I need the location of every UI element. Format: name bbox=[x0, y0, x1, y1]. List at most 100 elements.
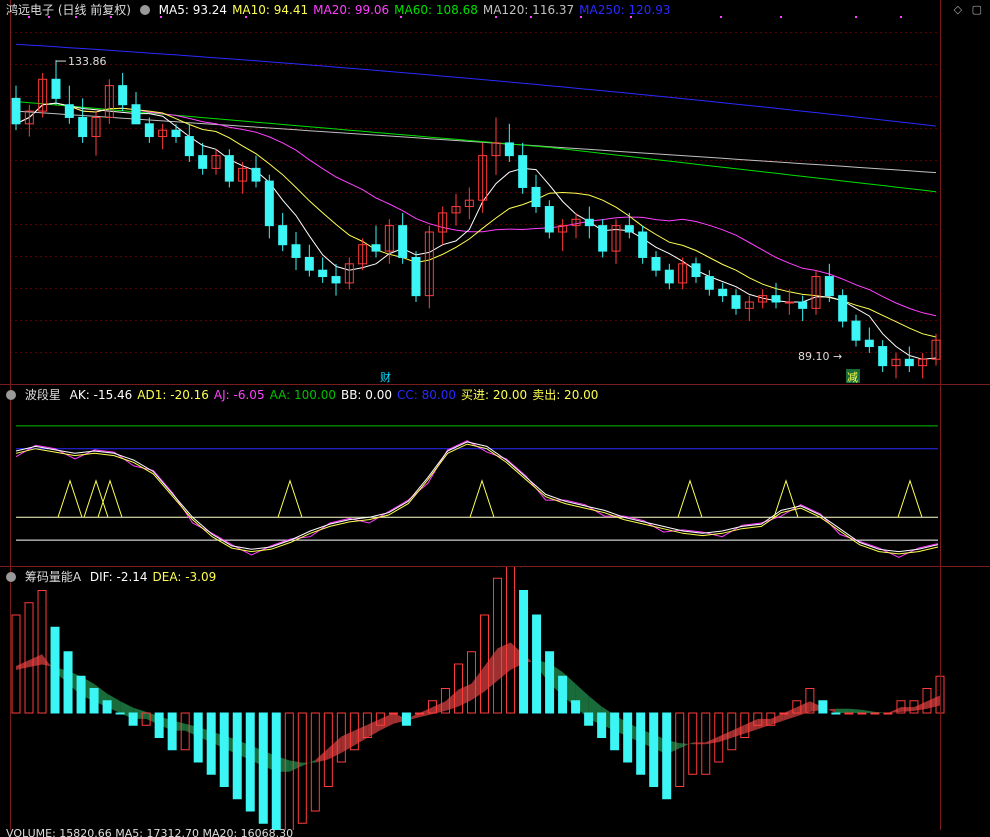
signal-triangle bbox=[57, 479, 83, 518]
energy-bar bbox=[388, 712, 398, 715]
ma60-line bbox=[15, 101, 937, 193]
dif-dea-band bbox=[757, 718, 771, 730]
candle-body bbox=[278, 225, 288, 246]
candle-body bbox=[131, 104, 141, 125]
candle-body bbox=[264, 180, 274, 227]
energy-bar bbox=[37, 590, 47, 714]
candle-body bbox=[11, 97, 21, 125]
event-dot bbox=[855, 16, 857, 18]
event-dot bbox=[780, 16, 782, 18]
main-chart-svg[interactable]: 133.86 89.10 → 财 减 bbox=[0, 0, 990, 384]
dif-dea-band bbox=[926, 695, 940, 709]
energy-bar bbox=[532, 614, 542, 714]
settings-dot-icon[interactable] bbox=[139, 5, 150, 15]
main-toolbar: ◇ ▢ bbox=[948, 3, 982, 16]
chip-energy-panel[interactable]: 筹码量能A DIF: -2.14 DEA: -3.09 bbox=[0, 566, 990, 830]
candle-body bbox=[624, 225, 634, 233]
energy-bar bbox=[206, 712, 216, 775]
macd-indicator-1: DEA: -3.09 bbox=[152, 570, 217, 584]
dif-dea-band bbox=[718, 730, 732, 743]
energy-bar bbox=[883, 712, 893, 715]
energy-bar bbox=[493, 577, 503, 714]
candle-body bbox=[718, 288, 728, 297]
energy-bar bbox=[779, 712, 789, 715]
candle-body bbox=[798, 301, 808, 309]
candle-body bbox=[704, 276, 714, 290]
energy-bar bbox=[662, 712, 672, 800]
candle-body bbox=[638, 231, 648, 258]
main-indicator-0: MA5: 93.24 bbox=[158, 3, 228, 17]
energy-bar bbox=[63, 651, 73, 714]
dif-dea-band bbox=[29, 654, 43, 668]
candle-body bbox=[171, 129, 181, 138]
energy-bar bbox=[584, 712, 594, 726]
wave-title: 波段星 bbox=[24, 388, 61, 402]
candle-body bbox=[504, 142, 514, 157]
candle-body bbox=[824, 276, 834, 297]
candle-body bbox=[291, 244, 301, 258]
volume-header: VOLUME: 15820.66 MA5: 17312.70 MA20: 160… bbox=[0, 829, 990, 837]
energy-bar bbox=[636, 712, 646, 775]
energy-bar bbox=[571, 700, 581, 714]
main-indicator-1: MA10: 94.41 bbox=[232, 3, 309, 17]
energy-bar bbox=[519, 590, 529, 714]
settings-dot-icon[interactable] bbox=[6, 572, 16, 582]
event-dot bbox=[900, 16, 902, 18]
dif-dea-band bbox=[302, 760, 316, 766]
candle-body bbox=[784, 301, 794, 304]
energy-bar bbox=[271, 712, 281, 830]
wave-indicator-2: AJ: -6.05 bbox=[213, 388, 265, 402]
candle-body bbox=[664, 269, 674, 284]
energy-bar bbox=[649, 712, 659, 787]
energy-bar bbox=[76, 675, 86, 714]
macd-chart-svg[interactable] bbox=[0, 567, 990, 830]
main-indicators: MA5: 93.24 MA10: 94.41 MA20: 99.06 MA60: 10… bbox=[159, 3, 676, 17]
event-dot bbox=[720, 16, 722, 18]
energy-bar bbox=[545, 651, 555, 714]
box-icon[interactable]: ▢ bbox=[972, 3, 982, 16]
dif-dea-band bbox=[900, 707, 914, 712]
candle-body bbox=[518, 155, 528, 188]
dif-dea-band bbox=[445, 689, 459, 711]
candle-body bbox=[878, 346, 888, 367]
diamond-icon[interactable]: ◇ bbox=[954, 3, 962, 16]
dif-dea-band bbox=[380, 713, 394, 731]
dif-dea-band bbox=[458, 683, 472, 707]
dif-dea-band bbox=[367, 718, 381, 738]
wave-indicator-0: AK: -15.46 bbox=[69, 388, 133, 402]
dif-dea-band bbox=[848, 708, 862, 713]
energy-bar bbox=[154, 712, 164, 738]
wave-indicator-6: 买进: 20.00 bbox=[460, 388, 528, 402]
signal-triangle bbox=[897, 479, 923, 518]
candle-body bbox=[851, 320, 861, 341]
candle-body bbox=[118, 85, 128, 106]
dif-dea-band bbox=[835, 708, 849, 713]
candle-body bbox=[544, 206, 554, 233]
macd-header: 筹码量能A DIF: -2.14 DEA: -3.09 bbox=[6, 569, 226, 585]
energy-bar bbox=[401, 712, 411, 726]
energy-bar bbox=[857, 712, 867, 715]
wave-header: 波段星 AK: -15.46 AD1: -20.16 AJ: -6.05 AA: 10… bbox=[6, 387, 608, 403]
macd-title: 筹码量能A bbox=[24, 570, 82, 584]
candle-body bbox=[838, 295, 848, 322]
wave-chart-svg[interactable] bbox=[0, 385, 990, 567]
candle-body bbox=[904, 358, 914, 367]
wave-indicator-1: AD1: -20.16 bbox=[137, 388, 209, 402]
main-price-panel[interactable]: 133.86 89.10 → 财 减 鸿远电子 (日线 前复权) MA5: 93.24… bbox=[0, 0, 990, 384]
candle-body bbox=[224, 155, 234, 182]
candle-body bbox=[691, 263, 701, 278]
settings-dot-icon[interactable] bbox=[6, 390, 16, 400]
candle-body bbox=[411, 256, 421, 297]
earnings-marker: 财 bbox=[380, 370, 391, 384]
dif-dea-band bbox=[484, 648, 498, 692]
candle-body bbox=[304, 256, 314, 271]
ma120-line bbox=[15, 110, 937, 174]
high-price-label: 133.86 bbox=[68, 55, 107, 68]
candle-body bbox=[144, 123, 154, 138]
energy-bar bbox=[844, 712, 854, 715]
candle-body bbox=[51, 78, 61, 99]
wave-star-panel[interactable]: 波段星 AK: -15.46 AD1: -20.16 AJ: -6.05 AA: 10… bbox=[0, 384, 990, 567]
dif-dea-band bbox=[432, 701, 446, 715]
energy-bar bbox=[11, 614, 21, 714]
main-indicator-2: MA20: 99.06 bbox=[313, 3, 390, 17]
